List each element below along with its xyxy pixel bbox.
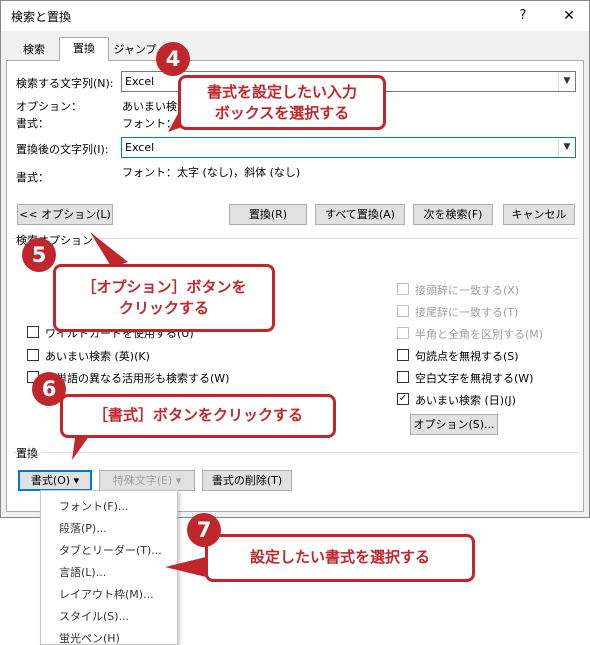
callout-step-6: ［書式］ボタンをクリックする	[60, 394, 336, 438]
callout-step-4-line2: ボックスを選択する	[214, 104, 350, 122]
step-6-badge: 6	[32, 372, 66, 406]
callout-step-5-line2: クリックする	[118, 299, 209, 317]
callout-step-5-line1: ［オプション］ボタンを	[81, 278, 247, 296]
callout-pointer-5	[90, 232, 128, 268]
callout-step-7-line1: 設定したい書式を選択する	[249, 548, 430, 566]
step-7-badge: 7	[187, 513, 221, 547]
callout-step-4-line1: 書式を設定したい入力	[206, 83, 357, 101]
callout-step-6-line1: ［書式］ボタンをクリックする	[92, 406, 303, 424]
step-5-badge: 5	[22, 238, 56, 272]
tab-replace[interactable]: 置換	[59, 37, 109, 61]
callout-step-7: 設定したい書式を選択する	[205, 534, 475, 582]
callout-pointer-7	[165, 556, 210, 578]
callout-step-4: 書式を設定したい入力 ボックスを選択する	[178, 75, 386, 130]
step-4-badge: 4	[156, 42, 190, 76]
callout-step-5: ［オプション］ボタンを クリックする	[53, 264, 275, 332]
